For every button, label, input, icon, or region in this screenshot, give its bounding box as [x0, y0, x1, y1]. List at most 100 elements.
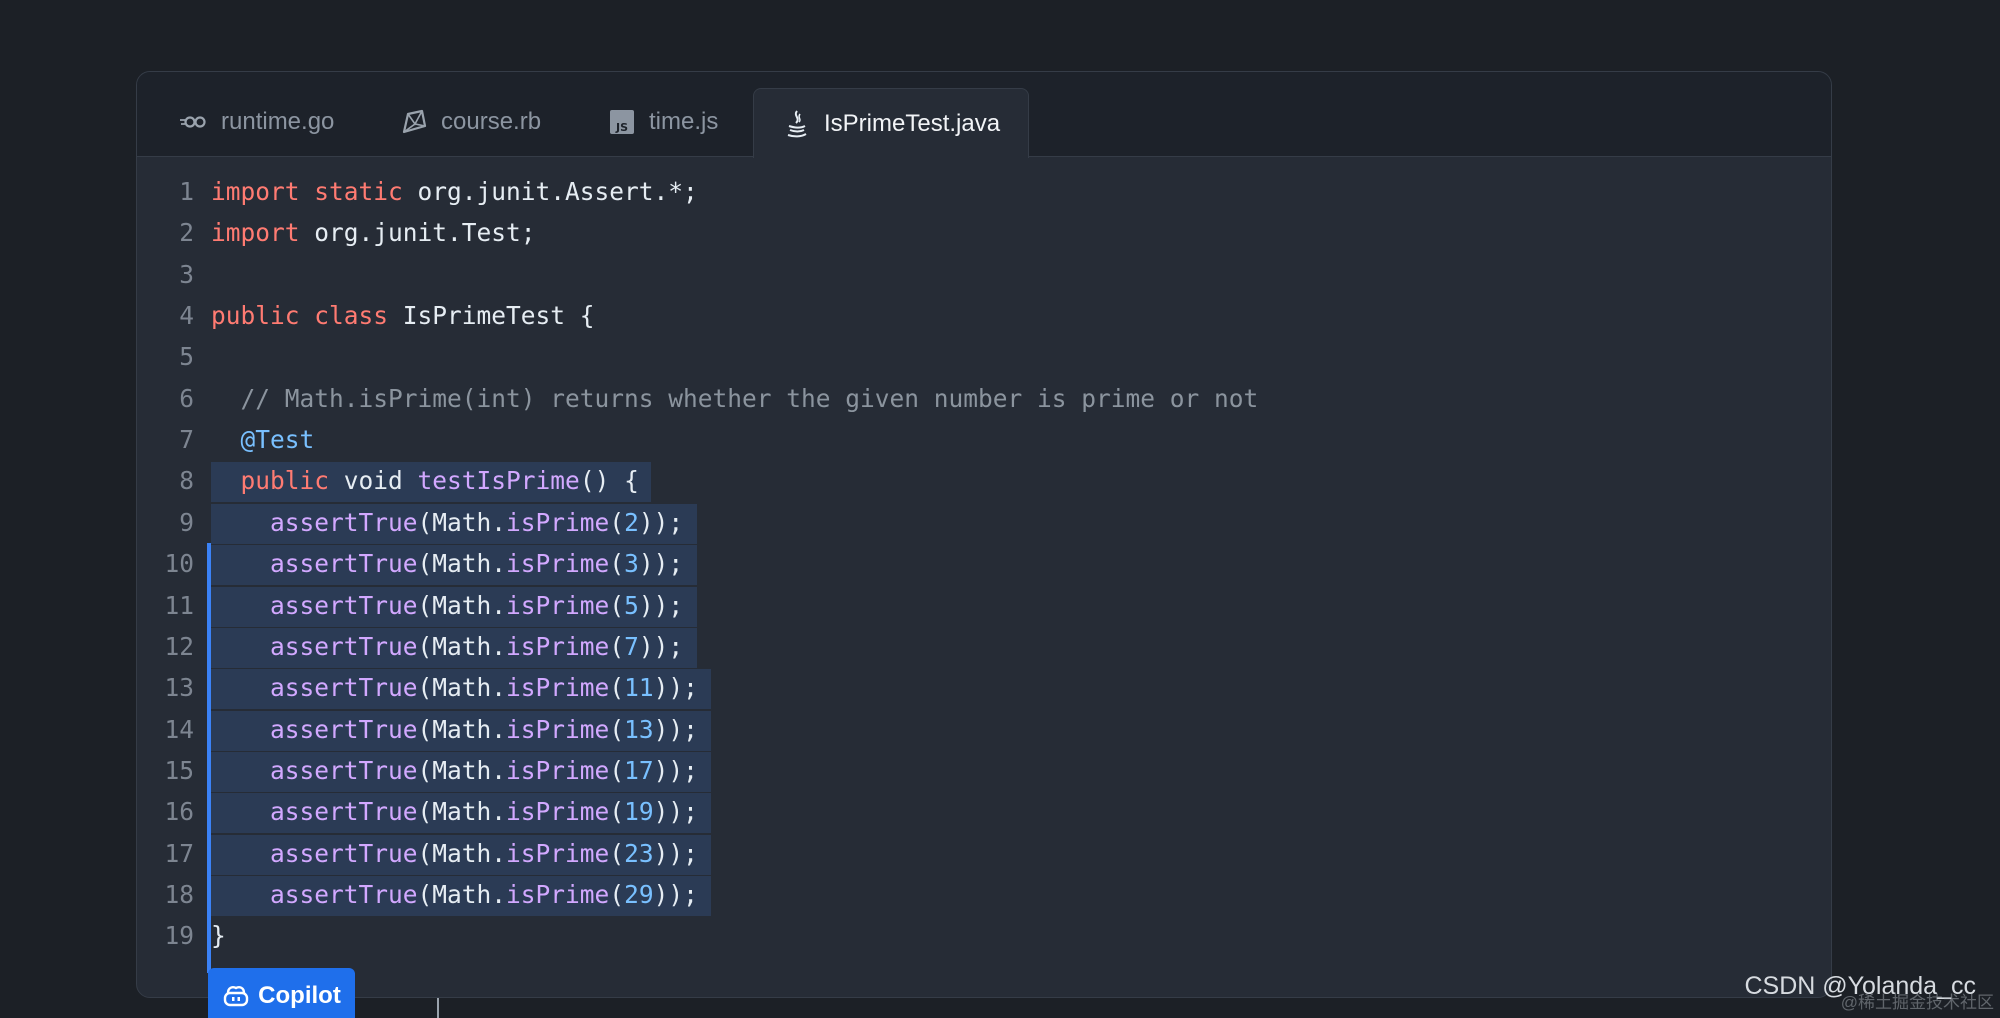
tab-time-js[interactable]: JS time.js — [607, 88, 718, 156]
code-token: 5 — [624, 590, 639, 620]
tab-label: runtime.go — [221, 108, 335, 135]
code-token: )); — [638, 631, 684, 661]
code-token: ( — [609, 755, 625, 785]
code-text: assertTrue(Math.isPrime(2)); — [211, 502, 683, 543]
code-token: 13 — [624, 714, 654, 744]
code-token: } — [211, 921, 226, 951]
code-line[interactable]: 18 assertTrue(Math.isPrime(29)); — [137, 874, 1827, 915]
code-token: (Math. — [417, 631, 507, 661]
code-token: isPrime — [506, 879, 610, 909]
code-text: @Test — [211, 419, 315, 460]
code-token: ( — [609, 590, 625, 620]
line-number: 4 — [179, 301, 194, 331]
watermark-faint: @稀土掘金技术社区 — [1840, 993, 1994, 1012]
code-token: isPrime — [506, 631, 610, 661]
code-line[interactable]: 15 assertTrue(Math.isPrime(17)); — [137, 750, 1827, 791]
code-line[interactable]: 9 assertTrue(Math.isPrime(2)); — [137, 502, 1827, 543]
code-text: } — [211, 915, 226, 956]
code-token: assertTrue — [270, 590, 418, 620]
line-number: 17 — [164, 838, 194, 868]
code-token: isPrime — [506, 549, 610, 579]
code-token: ( — [609, 797, 625, 827]
code-token: )); — [653, 673, 698, 703]
java-icon — [782, 109, 812, 139]
code-line[interactable]: 11 assertTrue(Math.isPrime(5)); — [137, 585, 1827, 626]
code-token: assertTrue — [270, 797, 418, 827]
code-token: assertTrue — [270, 673, 418, 703]
ruby-icon — [399, 107, 429, 137]
tab-isprimetest-java[interactable]: IsPrimeTest.java — [753, 88, 1030, 158]
code-token: 3 — [624, 549, 639, 579]
code-line[interactable]: 1 import static org.junit.Assert.*; — [137, 171, 1827, 212]
code-token: org.junit.Test; — [299, 218, 536, 248]
code-token: isPrime — [506, 755, 610, 785]
code-token: 17 — [624, 755, 654, 785]
code-token: )); — [653, 797, 698, 827]
line-number: 12 — [164, 631, 194, 661]
tab-runtime-go[interactable]: runtime.go — [179, 88, 334, 156]
code-token: (Math. — [417, 879, 507, 909]
line-number: 9 — [179, 507, 194, 537]
code-token: assertTrue — [270, 714, 418, 744]
code-token: IsPrimeTest { — [388, 301, 595, 331]
code-line[interactable]: 16 assertTrue(Math.isPrime(19)); — [137, 791, 1827, 832]
line-number: 6 — [179, 383, 194, 413]
code-text: assertTrue(Math.isPrime(7)); — [211, 626, 683, 667]
copilot-button[interactable]: Copilot — [208, 968, 355, 1018]
line-number: 1 — [179, 177, 194, 206]
code-text: assertTrue(Math.isPrime(17)); — [211, 750, 698, 791]
code-text: assertTrue(Math.isPrime(5)); — [211, 585, 683, 626]
line-number: 3 — [179, 259, 194, 289]
code-line[interactable]: 4 public class IsPrimeTest { — [137, 295, 1827, 336]
line-number: 19 — [164, 921, 194, 951]
code-token: isPrime — [506, 797, 610, 827]
code-line[interactable]: 17 assertTrue(Math.isPrime(23)); — [137, 833, 1827, 874]
code-token: (Math. — [417, 590, 507, 620]
code-token: import — [211, 218, 300, 248]
code-token: (Math. — [417, 714, 507, 744]
code-token: )); — [638, 590, 684, 620]
code-token: assertTrue — [270, 631, 418, 661]
code-line[interactable]: 14 assertTrue(Math.isPrime(13)); — [137, 709, 1827, 750]
line-number: 5 — [179, 342, 194, 372]
code-line[interactable]: 2 import org.junit.Test; — [137, 212, 1827, 253]
code-token: (Math. — [417, 838, 507, 868]
code-line[interactable]: 8 public void testIsPrime() { — [137, 460, 1827, 501]
code-token: testIsPrime — [417, 466, 580, 496]
code-line[interactable]: 7 @Test — [137, 419, 1827, 460]
code-line[interactable]: 10 assertTrue(Math.isPrime(3)); — [137, 543, 1827, 584]
line-number: 15 — [164, 755, 194, 785]
code-token: 19 — [624, 797, 654, 827]
code-token: )); — [653, 714, 698, 744]
code-token: static — [314, 177, 403, 206]
code-text: public void testIsPrime() { — [211, 460, 639, 501]
code-area[interactable]: 1 import static org.junit.Assert.*; 2 impor… — [137, 156, 1831, 997]
code-line[interactable]: 19} — [137, 915, 1827, 956]
code-line[interactable]: 3 — [137, 254, 1827, 295]
code-token: )); — [653, 755, 698, 785]
code-token: isPrime — [506, 714, 610, 744]
code-line[interactable]: 13 assertTrue(Math.isPrime(11)); — [137, 667, 1827, 708]
file-tab-bar: runtime.go course.rb JS time.js IsPrimeT… — [137, 72, 1831, 158]
tab-label: IsPrimeTest.java — [824, 109, 1001, 137]
code-line[interactable]: 6 // Math.isPrime(int) returns whether t… — [137, 378, 1827, 419]
code-line[interactable]: 5 — [137, 336, 1827, 377]
line-number: 16 — [164, 797, 194, 827]
code-token: (Math. — [417, 797, 507, 827]
code-token: org.junit.Assert.*; — [402, 177, 698, 206]
code-line[interactable]: 12 assertTrue(Math.isPrime(7)); — [137, 626, 1827, 667]
code-text: assertTrue(Math.isPrime(19)); — [211, 791, 698, 832]
code-text: public class IsPrimeTest { — [211, 295, 595, 336]
code-text: import org.junit.Test; — [211, 212, 536, 253]
tab-course-rb[interactable]: course.rb — [399, 88, 541, 156]
code-text: assertTrue(Math.isPrime(3)); — [211, 543, 683, 584]
code-token: assertTrue — [270, 755, 418, 785]
code-token: )); — [653, 879, 698, 909]
code-token: )); — [638, 549, 684, 579]
